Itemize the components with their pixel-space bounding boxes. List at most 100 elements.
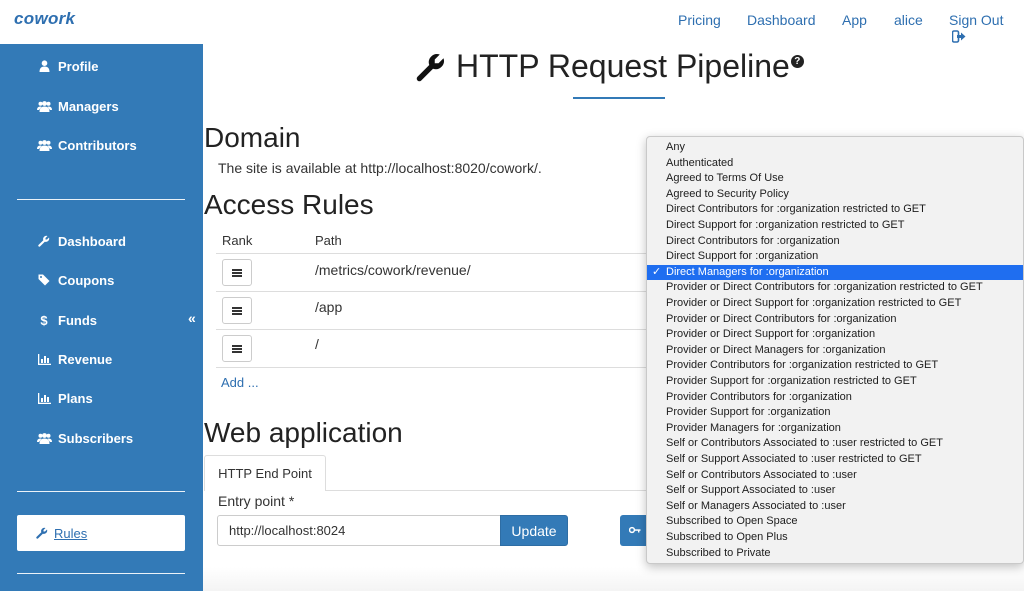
sidebar-item-rules[interactable]: Rules — [17, 515, 185, 551]
dropdown-option-label: Self or Contributors Associated to :user… — [666, 437, 943, 450]
dropdown-option[interactable]: Provider or Direct Support for :organiza… — [647, 296, 1023, 312]
sidebar-item-subscribers[interactable]: Subscribers — [36, 428, 133, 448]
dropdown-option[interactable]: Subscribed to Private — [647, 546, 1023, 562]
dropdown-option-label: Provider or Direct Contributors for :org… — [666, 312, 897, 325]
dropdown-option[interactable]: Self or Support Associated to :user rest… — [647, 452, 1023, 468]
add-rule-link[interactable]: Add ... — [221, 375, 259, 390]
sign-out-icon — [951, 30, 966, 46]
dropdown-option-label: Provider or Direct Support for :organiza… — [666, 328, 876, 341]
nav-sign-out[interactable]: Sign Out — [949, 12, 1024, 46]
dropdown-option[interactable]: Provider or Direct Managers for :organiz… — [647, 343, 1023, 359]
dropdown-option[interactable]: Provider Contributors for :organization — [647, 390, 1023, 406]
nav-app[interactable]: App — [842, 12, 867, 28]
top-navbar: cowork Pricing Dashboard App alice Sign … — [0, 0, 1024, 44]
dropdown-option[interactable]: ✓ Direct Managers for :organization — [647, 264, 1023, 281]
sidebar: Profile Managers Contributors Dashboard … — [0, 44, 203, 591]
dropdown-option[interactable]: Direct Contributors for :organization re… — [647, 202, 1023, 218]
dropdown-option-label: Provider Contributors for :organization — [666, 390, 852, 403]
dropdown-option-label: Subscribed to Open Plus — [666, 531, 788, 543]
sidebar-item-revenue[interactable]: Revenue — [36, 349, 112, 369]
nav-pricing[interactable]: Pricing — [678, 12, 721, 28]
dropdown-option-label: Provider or Direct Support for :organiza… — [666, 297, 962, 309]
access-rule-dropdown[interactable]: Any Authenticated Agreed to Terms Of Use Ag… — [646, 136, 1024, 564]
wrench-icon — [36, 235, 52, 247]
dropdown-option[interactable]: Provider Managers for :organization — [647, 421, 1023, 437]
table-row-divider — [216, 291, 656, 292]
sidebar-item-funds[interactable]: $ Funds — [36, 310, 97, 330]
menu-icon — [232, 344, 242, 353]
dropdown-option[interactable]: Self or Managers Associated to :user — [647, 499, 1023, 515]
sidebar-collapse-button[interactable]: « — [188, 310, 196, 326]
dropdown-option-label: Direct Managers for :organization — [666, 265, 829, 278]
dropdown-option[interactable]: Provider Contributors for :organization … — [647, 358, 1023, 374]
users-icon — [36, 100, 52, 112]
table-row-divider — [216, 329, 656, 330]
dropdown-option-label: Provider Managers for :organization — [666, 421, 841, 434]
sidebar-item-dashboard[interactable]: Dashboard — [36, 231, 126, 251]
dropdown-option-label: Provider or Direct Contributors for :org… — [666, 281, 983, 294]
rule-path: /app — [315, 299, 343, 315]
dropdown-option-label: Direct Support for :organization restric… — [666, 219, 905, 231]
dropdown-option-label: Self or Support Associated to :user — [666, 484, 836, 497]
rule-path: /metrics/cowork/revenue/ — [315, 262, 471, 278]
dropdown-option[interactable]: Any — [647, 140, 1023, 156]
user-icon — [36, 60, 52, 72]
bar-chart-icon — [36, 353, 52, 365]
dropdown-option-label: Self or Support Associated to :user rest… — [666, 453, 922, 465]
dropdown-option[interactable]: Agreed to Terms Of Use — [647, 171, 1023, 187]
dropdown-option-label: Agreed to Terms Of Use — [666, 172, 784, 185]
dropdown-option[interactable]: Direct Support for :organization — [647, 249, 1023, 265]
update-button[interactable]: Update — [500, 515, 568, 546]
dropdown-option[interactable]: Agreed to Security Policy — [647, 187, 1023, 203]
dropdown-option-label: Subscribed to Private — [666, 546, 771, 559]
page-title: HTTP Request Pipeline ? — [416, 48, 804, 85]
sidebar-item-plans[interactable]: Plans — [36, 388, 93, 408]
dropdown-option[interactable]: Provider or Direct Contributors for :org… — [647, 312, 1023, 328]
dropdown-option[interactable]: Provider or Direct Contributors for :org… — [647, 280, 1023, 296]
dropdown-option[interactable]: Self or Contributors Associated to :user — [647, 468, 1023, 484]
table-row-divider — [216, 253, 656, 254]
dropdown-option[interactable]: Provider Support for :organization restr… — [647, 374, 1023, 390]
check-icon: ✓ — [652, 265, 662, 278]
tab-http-end-point[interactable]: HTTP End Point — [204, 455, 326, 491]
entry-point-input[interactable] — [217, 515, 501, 546]
rule-drag-handle[interactable] — [222, 335, 252, 362]
dropdown-option[interactable]: Self or Contributors Associated to :user… — [647, 436, 1023, 452]
rule-drag-handle[interactable] — [222, 297, 252, 324]
column-header-path: Path — [315, 233, 342, 248]
rule-drag-handle[interactable] — [222, 259, 252, 286]
app-window: cowork Pricing Dashboard App alice Sign … — [0, 0, 1024, 591]
sidebar-item-contributors[interactable]: Contributors — [36, 135, 137, 155]
dropdown-option[interactable]: Authenticated — [647, 156, 1023, 172]
tag-icon — [36, 274, 52, 286]
dropdown-option[interactable]: Subscribed to Open Space — [647, 514, 1023, 530]
nav-user-alice[interactable]: alice — [894, 12, 923, 28]
dropdown-option[interactable]: Direct Support for :organization restric… — [647, 218, 1023, 234]
tab-divider — [326, 490, 656, 491]
users-icon — [36, 139, 52, 151]
wrench-icon — [36, 527, 48, 539]
nav-dashboard[interactable]: Dashboard — [747, 12, 816, 28]
dropdown-option-label: Provider Support for :organization — [666, 406, 831, 419]
dropdown-option[interactable]: Subscribed to Open Plus — [647, 530, 1023, 546]
brand-logo[interactable]: cowork — [14, 9, 75, 29]
dropdown-option[interactable]: Provider Support for :organization — [647, 405, 1023, 421]
dropdown-option-label: Direct Contributors for :organization re… — [666, 203, 926, 216]
dropdown-option-label: Provider Support for :organization restr… — [666, 375, 917, 387]
sidebar-item-coupons[interactable]: Coupons — [36, 270, 114, 290]
dropdown-option[interactable]: Self or Support Associated to :user — [647, 483, 1023, 499]
dropdown-option-label: Direct Contributors for :organization — [666, 234, 840, 247]
dropdown-option[interactable]: Provider or Direct Support for :organiza… — [647, 327, 1023, 343]
domain-heading: Domain — [204, 122, 301, 153]
sidebar-item-profile[interactable]: Profile — [36, 56, 98, 76]
users-icon — [36, 432, 52, 444]
help-icon[interactable]: ? — [790, 55, 804, 68]
page-title-text: HTTP Request Pipeline — [456, 48, 790, 84]
dropdown-option-label: Any — [666, 141, 685, 153]
sidebar-divider — [17, 573, 185, 574]
entry-point-label: Entry point * — [218, 493, 295, 509]
web-application-heading: Web application — [204, 417, 403, 448]
dropdown-option-label: Self or Managers Associated to :user — [666, 499, 846, 512]
dropdown-option[interactable]: Direct Contributors for :organization — [647, 234, 1023, 250]
sidebar-item-managers[interactable]: Managers — [36, 96, 119, 116]
